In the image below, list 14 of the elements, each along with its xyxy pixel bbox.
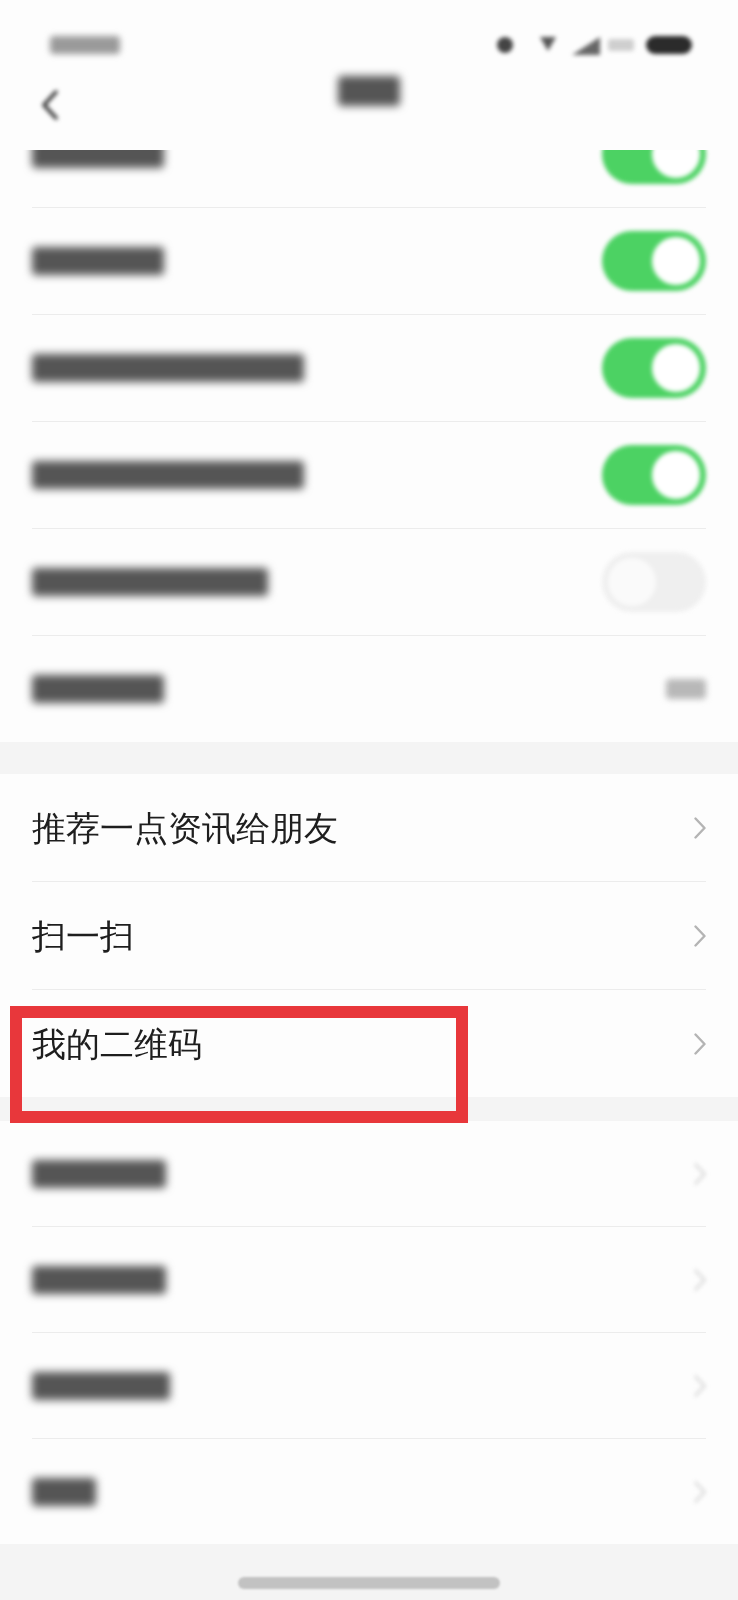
back-icon[interactable]: [42, 90, 58, 120]
chevron-right-icon: [694, 816, 706, 839]
toggle-switch[interactable]: [602, 445, 706, 505]
chevron-right-icon: [694, 1032, 706, 1055]
chevron-right-icon: [694, 924, 706, 947]
toggle-switch[interactable]: [602, 338, 706, 398]
toggle-switch[interactable]: [602, 231, 706, 291]
list-item[interactable]: 扫一扫: [0, 882, 738, 989]
blurred-title: [338, 76, 400, 106]
blurred-value: [666, 679, 706, 699]
blurred-time: [50, 36, 120, 54]
blurred-label: [32, 1477, 96, 1506]
list-item[interactable]: 推荐一点资讯给朋友: [0, 774, 738, 881]
list-item[interactable]: 我的二维码: [0, 990, 738, 1097]
